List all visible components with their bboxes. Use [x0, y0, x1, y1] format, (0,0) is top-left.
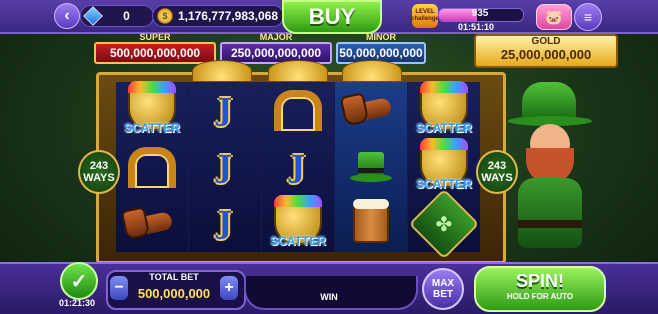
coin-balance[interactable]: $ 1,176,777,983,068 [152, 5, 284, 27]
scatter-label: SCATTER [270, 234, 326, 249]
reel-symbol-pipe [335, 82, 407, 139]
slot-reels[interactable]: SCATTER J J J J SCATTER SCATTER SCATTER ✤ [116, 81, 480, 260]
gem-count: 0 [123, 9, 130, 23]
spin-label: SPIN! [515, 271, 564, 291]
reel-symbol-horseshoe [116, 139, 188, 196]
level-challenge-badge[interactable]: LEVEL challenge [411, 4, 439, 28]
letter-j-icon: J [290, 149, 306, 185]
jackpot-super: SUPER 500,000,000,000 [94, 32, 216, 64]
scatter-label: SCATTER [416, 177, 472, 192]
reel-symbol-j: J [189, 82, 261, 139]
letter-j-icon: J [217, 149, 233, 185]
reel-symbol-scatter: SCATTER [262, 194, 334, 252]
horseshoe-icon [274, 89, 322, 131]
jackpot-super-value: 500,000,000,000 [94, 42, 216, 64]
jackpot-minor: MINOR 50,000,000,000 [336, 32, 426, 64]
piggy-bank-button[interactable]: 🐷 [536, 4, 572, 30]
jackpot-gold: GOLD 25,000,000,000 [474, 34, 618, 68]
piggy-bank-icon: 🐷 [545, 8, 563, 25]
checkmark-icon: ✓ [70, 270, 88, 293]
beer-mug-icon [353, 198, 389, 243]
jackpot-gold-label: GOLD [531, 36, 561, 47]
reel-2: JJJ [188, 82, 261, 252]
total-bet-value: 500,000,000 [137, 286, 211, 301]
level-timer: 01:51:10 [457, 22, 495, 32]
jackpot-minor-label: MINOR [366, 32, 396, 42]
four-leaf-clover-icon: ✤ [408, 188, 480, 260]
reel-symbol-horseshoe [262, 82, 334, 139]
reel-symbol-scatter: SCATTER [116, 81, 188, 139]
jackpot-major-label: MAJOR [259, 32, 293, 42]
reel-symbol-scatter: SCATTER [408, 138, 480, 196]
scatter-label: SCATTER [416, 120, 472, 135]
reel-symbol-clover: ✤ [408, 188, 480, 260]
max-bet-button[interactable]: MAX BET [422, 268, 464, 310]
reel-4 [334, 82, 407, 252]
chevron-left-icon: ‹ [64, 7, 70, 24]
reel-3: J SCATTER [261, 82, 334, 252]
spin-button[interactable]: SPIN! HOLD FOR AUTO [474, 266, 606, 312]
back-button[interactable]: ‹ [54, 3, 80, 29]
auto-collect-timer: 01:21:30 [58, 298, 96, 308]
letter-j-icon: J [217, 206, 233, 242]
reel-5: SCATTER SCATTER ✤ [407, 81, 480, 260]
letter-j-icon: J [217, 92, 233, 128]
gold-coin-decoration [192, 60, 252, 82]
gold-coin-decoration [342, 60, 402, 82]
hamburger-icon: ≡ [583, 9, 593, 25]
gold-coin-decoration [268, 60, 328, 82]
buy-button[interactable]: BUY [282, 0, 382, 34]
horseshoe-icon [128, 146, 176, 188]
reel-symbol-j: J [189, 139, 261, 196]
coin-count: 1,176,777,983,068 [177, 9, 279, 23]
ways-badge-left: 243 WAYS [78, 150, 120, 194]
reel-symbol-scatter: SCATTER [408, 81, 480, 139]
pipe-icon [130, 210, 174, 237]
spin-sublabel: HOLD FOR AUTO [506, 292, 574, 301]
reel-1: SCATTER [116, 81, 188, 252]
reel-symbol-j: J [189, 195, 261, 252]
leprechaun-character [500, 82, 600, 262]
decrease-bet-button[interactable]: − [110, 276, 128, 300]
pipe-icon [349, 97, 393, 124]
total-bet-label: TOTAL BET [149, 272, 199, 282]
level-number: 935 [471, 8, 489, 19]
reel-symbol-hat [335, 139, 407, 196]
jackpot-super-label: SUPER [139, 32, 171, 42]
leprechaun-hat-icon [350, 152, 392, 182]
coin-icon: $ [157, 8, 173, 24]
jackpot-gold-value: 25,000,000,000 [500, 47, 592, 62]
jackpot-major: MAJOR 250,000,000,000 [220, 32, 332, 64]
gem-balance[interactable]: 0 [80, 5, 154, 27]
auto-collect-button[interactable]: ✓ [60, 262, 98, 300]
reel-symbol-j: J [262, 139, 334, 196]
scatter-label: SCATTER [124, 120, 180, 135]
reel-symbol-pipe [116, 195, 188, 252]
menu-button[interactable]: ≡ [574, 3, 602, 31]
increase-bet-button[interactable]: + [220, 276, 238, 300]
win-label: WIN [320, 292, 338, 302]
reel-symbol-mug [335, 195, 407, 252]
